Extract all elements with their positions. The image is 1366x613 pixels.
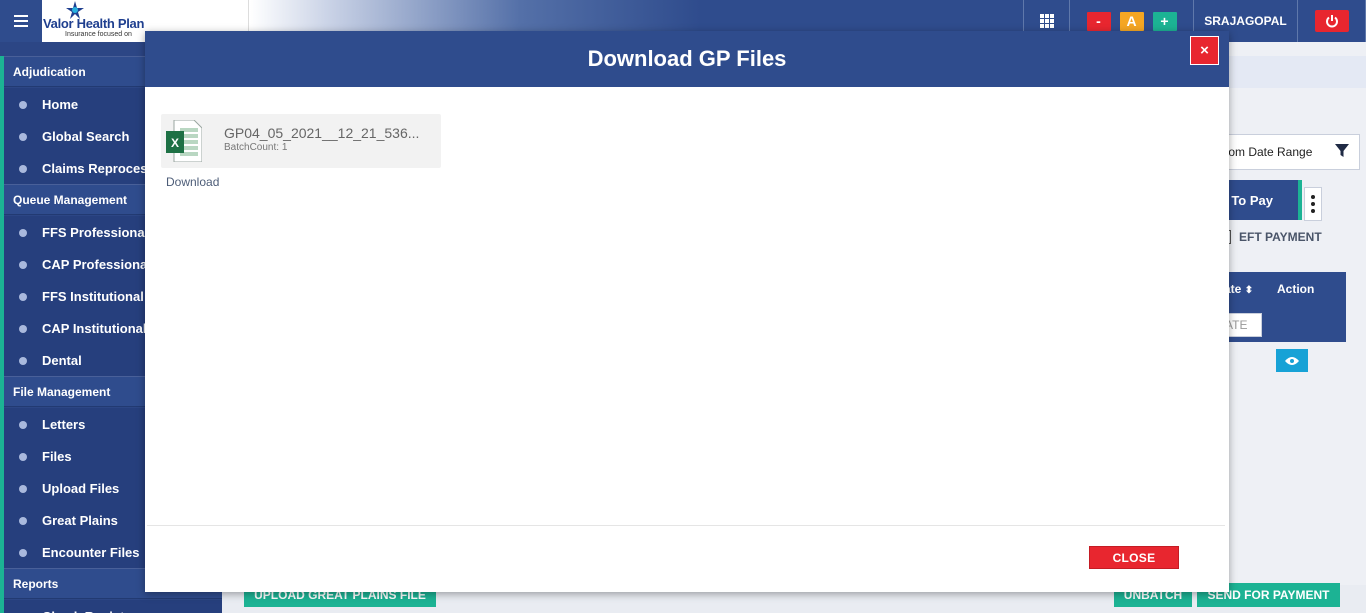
svg-text:X: X	[171, 136, 179, 150]
modal-overlay: Download GP Files × X GP04_05_2021__12_2…	[0, 0, 1366, 613]
modal-close-x-button[interactable]: ×	[1190, 36, 1219, 65]
close-button[interactable]: CLOSE	[1089, 546, 1179, 569]
file-card[interactable]: X GP04_05_2021__12_21_536... BatchCount:…	[161, 114, 441, 168]
modal-header: Download GP Files ×	[145, 31, 1229, 87]
modal-title: Download GP Files	[587, 46, 787, 71]
download-gp-files-modal: Download GP Files × X GP04_05_2021__12_2…	[145, 31, 1229, 592]
close-icon: ×	[1200, 42, 1209, 59]
file-batch-count: BatchCount: 1	[224, 142, 288, 153]
download-link[interactable]: Download	[166, 175, 219, 189]
excel-file-icon: X	[166, 120, 202, 162]
modal-footer-divider	[147, 525, 1225, 526]
file-name: GP04_05_2021__12_21_536...	[224, 125, 420, 141]
